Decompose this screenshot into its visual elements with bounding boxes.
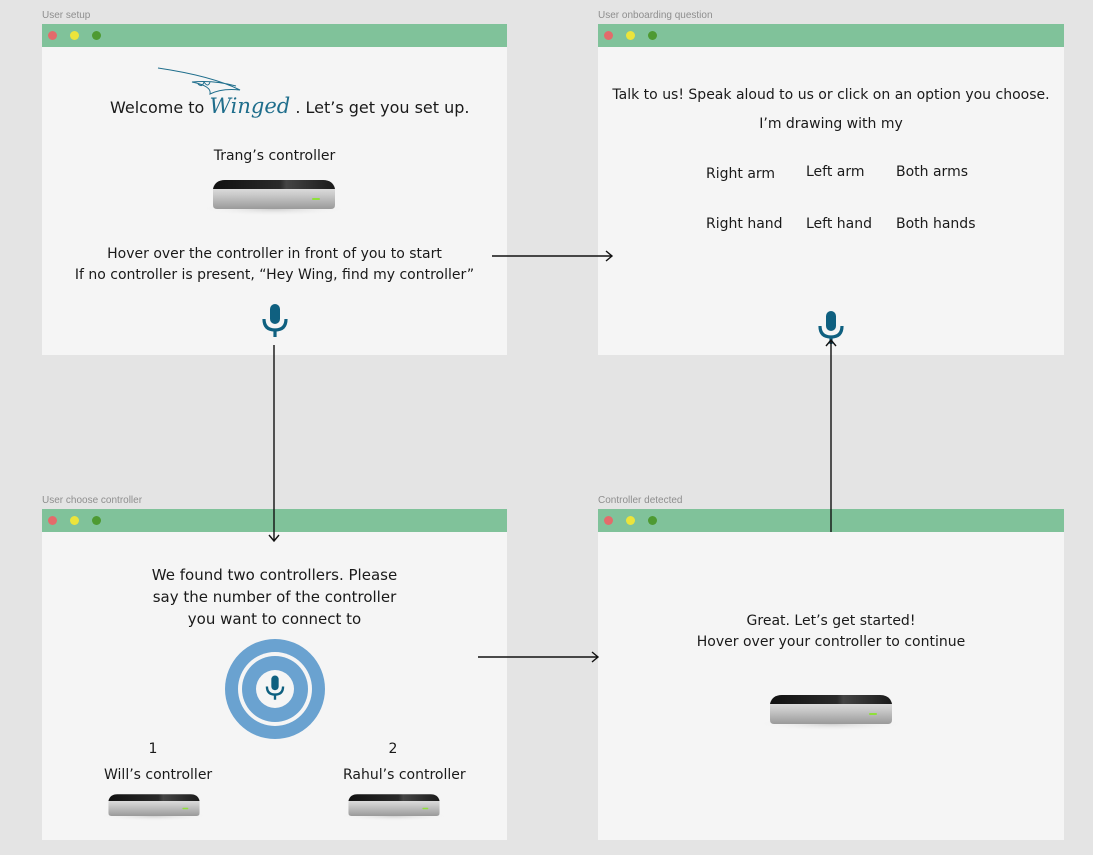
window-onboarding-question: Talk to us! Speak aloud to us or click o… (598, 24, 1064, 355)
prompt-text: Talk to us! Speak aloud to us or click o… (612, 87, 1050, 103)
titlebar (42, 24, 507, 47)
question-text: I’m drawing with my (759, 116, 903, 132)
controller-2-number: 2 (388, 741, 398, 757)
controller-device-icon[interactable] (199, 177, 349, 217)
option-left-arm[interactable]: Left arm (806, 164, 865, 180)
close-window-button[interactable] (604, 516, 613, 525)
microphone-icon[interactable] (260, 304, 290, 338)
instruction-line-1: Hover over the controller in front of yo… (107, 246, 442, 262)
maximize-window-button[interactable] (648, 31, 657, 40)
arrow-setup-to-question (492, 250, 614, 262)
close-window-button[interactable] (48, 31, 57, 40)
message-line-2: Hover over your controller to continue (696, 634, 966, 650)
titlebar (42, 509, 507, 532)
arrow-detected-to-question (825, 338, 837, 532)
controller-device-icon[interactable] (756, 692, 906, 732)
option-right-arm[interactable]: Right arm (706, 166, 775, 182)
option-both-hands[interactable]: Both hands (896, 216, 976, 232)
option-left-hand[interactable]: Left hand (806, 216, 872, 232)
controller-1-device-icon[interactable] (98, 792, 210, 822)
window-controller-detected: Great. Let’s get started! Hover over you… (598, 509, 1064, 840)
controller-name: Trang’s controller (213, 148, 336, 164)
minimize-window-button[interactable] (70, 516, 79, 525)
maximize-window-button[interactable] (92, 516, 101, 525)
maximize-window-button[interactable] (648, 516, 657, 525)
window-choose-controller: We found two controllers. Please say the… (42, 509, 507, 840)
minimize-window-button[interactable] (626, 31, 635, 40)
message-line-1: Great. Let’s get started! (746, 613, 916, 629)
controller-2-name[interactable]: Rahul’s controller (343, 767, 466, 783)
frame-label-question: User onboarding question (598, 10, 713, 21)
welcome-suffix: . Let’s get you set up. (295, 98, 470, 117)
controller-1-number: 1 (148, 741, 158, 757)
welcome-prefix: Welcome to (110, 98, 205, 117)
frame-label-choose: User choose controller (42, 495, 143, 506)
brand-logo-text: Winged (209, 94, 291, 118)
message-line-3: you want to connect to (187, 610, 362, 628)
option-right-hand[interactable]: Right hand (706, 216, 783, 232)
minimize-window-button[interactable] (70, 31, 79, 40)
close-window-button[interactable] (48, 516, 57, 525)
frame-label-setup: User setup (42, 10, 91, 21)
microphone-icon[interactable] (816, 311, 846, 345)
maximize-window-button[interactable] (92, 31, 101, 40)
message-line-2: say the number of the controller (152, 588, 397, 606)
minimize-window-button[interactable] (626, 516, 635, 525)
microphone-listening-icon[interactable] (225, 639, 325, 739)
titlebar (598, 24, 1064, 47)
controller-2-device-icon[interactable] (338, 792, 450, 822)
controller-1-name[interactable]: Will’s controller (104, 767, 212, 783)
welcome-text: Welcome to Winged . Let’s get you set up… (110, 94, 470, 118)
titlebar (598, 509, 1064, 532)
option-both-arms[interactable]: Both arms (896, 164, 968, 180)
close-window-button[interactable] (604, 31, 613, 40)
window-user-setup: Welcome to Winged . Let’s get you set up… (42, 24, 507, 355)
message-line-1: We found two controllers. Please (151, 566, 398, 584)
frame-label-detected: Controller detected (598, 495, 683, 506)
instruction-line-2: If no controller is present, “Hey Wing, … (74, 267, 475, 283)
